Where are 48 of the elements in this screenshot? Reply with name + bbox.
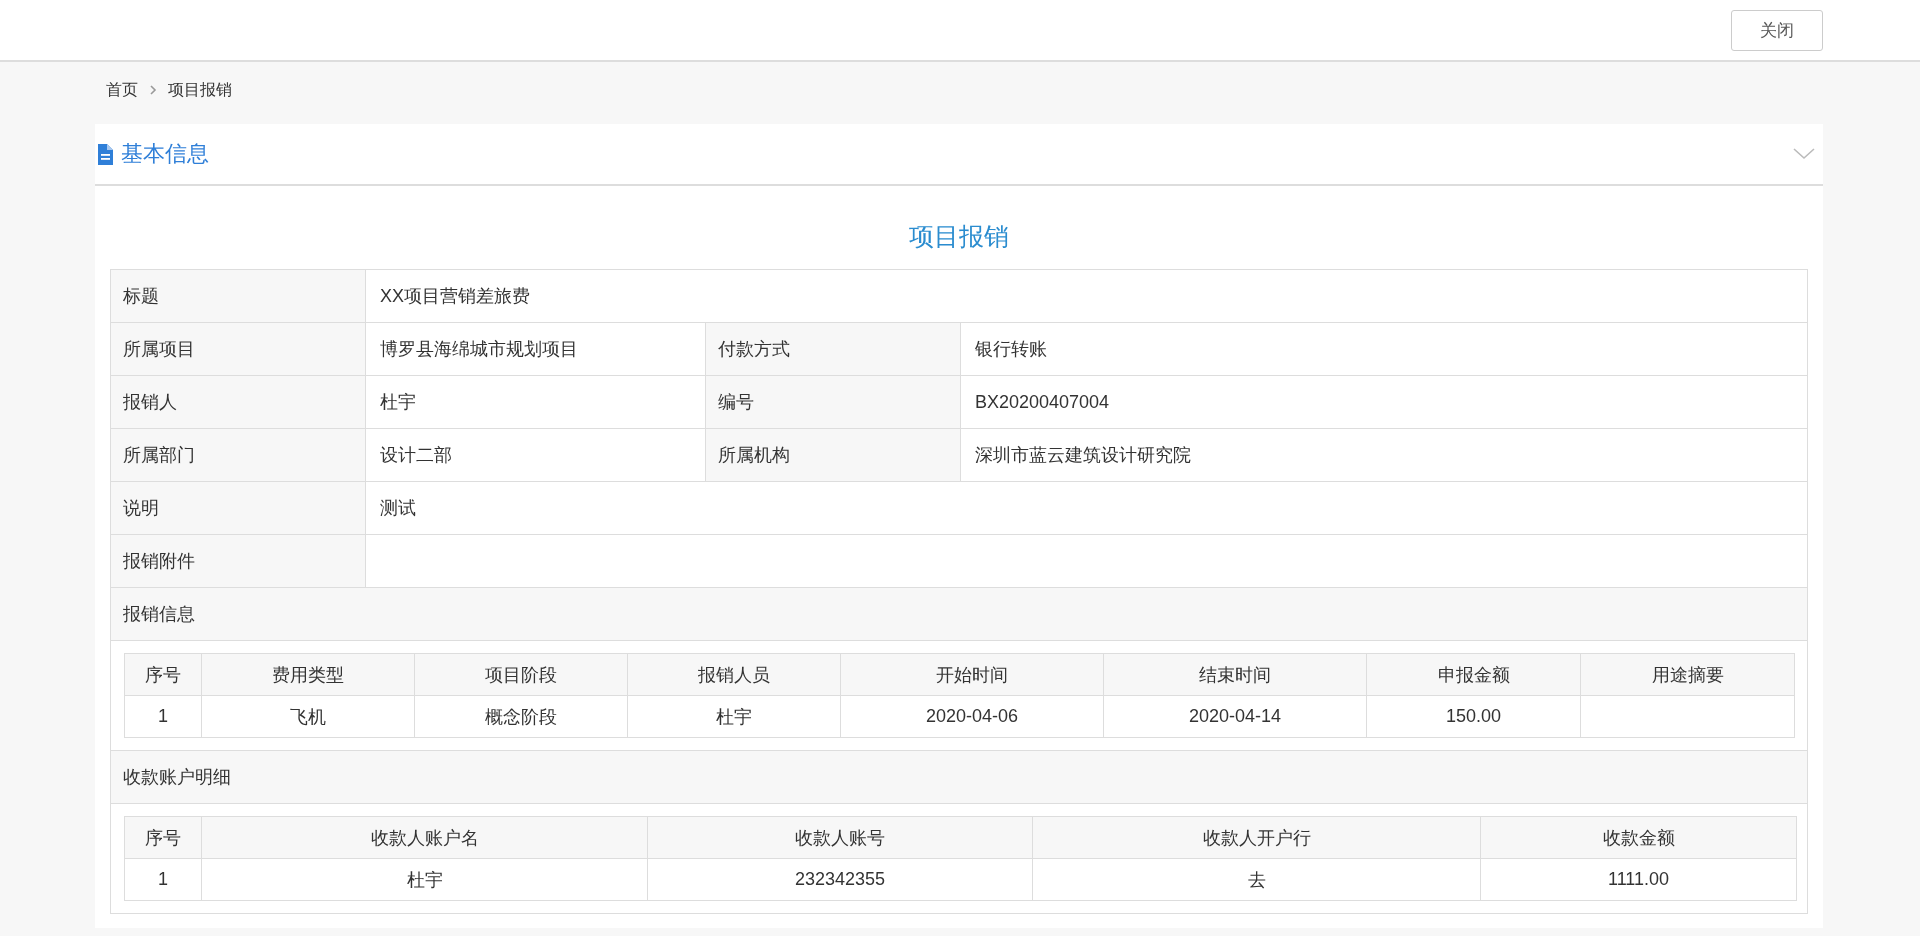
panel-title: 基本信息 <box>121 140 210 168</box>
close-button[interactable]: 关闭 <box>1731 9 1823 51</box>
field-label: 报销人 <box>111 376 366 428</box>
form-title: 项目报销 <box>908 221 1010 252</box>
table-cell: 杜宇 <box>627 695 841 738</box>
breadcrumb-item: 项目报销 <box>168 79 232 100</box>
table-cell: 飞机 <box>201 695 415 738</box>
table-cell: 150.00 <box>1366 695 1581 738</box>
column-header: 用途摘要 <box>1580 653 1795 696</box>
table-cell: 杜宇 <box>201 858 648 901</box>
column-header: 费用类型 <box>201 653 415 696</box>
column-header: 收款人账号 <box>647 816 1033 859</box>
table-cell: 1 <box>124 858 202 901</box>
column-header: 收款人开户行 <box>1032 816 1481 859</box>
field-label: 所属项目 <box>111 323 366 375</box>
column-header: 收款金额 <box>1480 816 1797 859</box>
field-label: 付款方式 <box>706 323 961 375</box>
column-header: 申报金额 <box>1366 653 1581 696</box>
column-header: 序号 <box>124 816 202 859</box>
section-title: 收款账户明细 <box>111 751 1807 804</box>
section-title: 报销信息 <box>111 588 1807 641</box>
table-cell: 1 <box>124 695 202 738</box>
column-header: 收款人账户名 <box>201 816 648 859</box>
table-cell: 2020-04-14 <box>1103 695 1367 738</box>
field-label: 所属机构 <box>706 429 961 481</box>
field-label: 说明 <box>111 482 366 534</box>
table-cell: 2020-04-06 <box>840 695 1104 738</box>
column-header: 报销人员 <box>627 653 841 696</box>
field-label: 所属部门 <box>111 429 366 481</box>
table-cell: 去 <box>1032 858 1481 901</box>
column-header: 结束时间 <box>1103 653 1367 696</box>
field-label: 标题 <box>111 270 366 322</box>
field-value: 测试 <box>379 497 417 520</box>
field-value: BX20200407004 <box>974 390 1111 414</box>
table-cell: 1111.00 <box>1480 858 1797 901</box>
column-header: 项目阶段 <box>414 653 628 696</box>
column-header: 序号 <box>124 653 202 696</box>
field-value: 深圳市蓝云建筑设计研究院 <box>974 444 1192 467</box>
table-cell: 概念阶段 <box>414 695 628 738</box>
column-header: 开始时间 <box>840 653 1104 696</box>
breadcrumb-item[interactable]: 首页 <box>106 79 138 101</box>
chevron-down-icon[interactable] <box>1793 148 1815 160</box>
table-cell: 232342355 <box>647 858 1033 901</box>
chevron-right-icon <box>148 84 158 96</box>
field-value: XX项目营销差旅费 <box>379 285 531 308</box>
field-label: 编号 <box>706 376 961 428</box>
field-value: 银行转账 <box>974 338 1048 361</box>
field-label: 报销附件 <box>111 535 366 587</box>
